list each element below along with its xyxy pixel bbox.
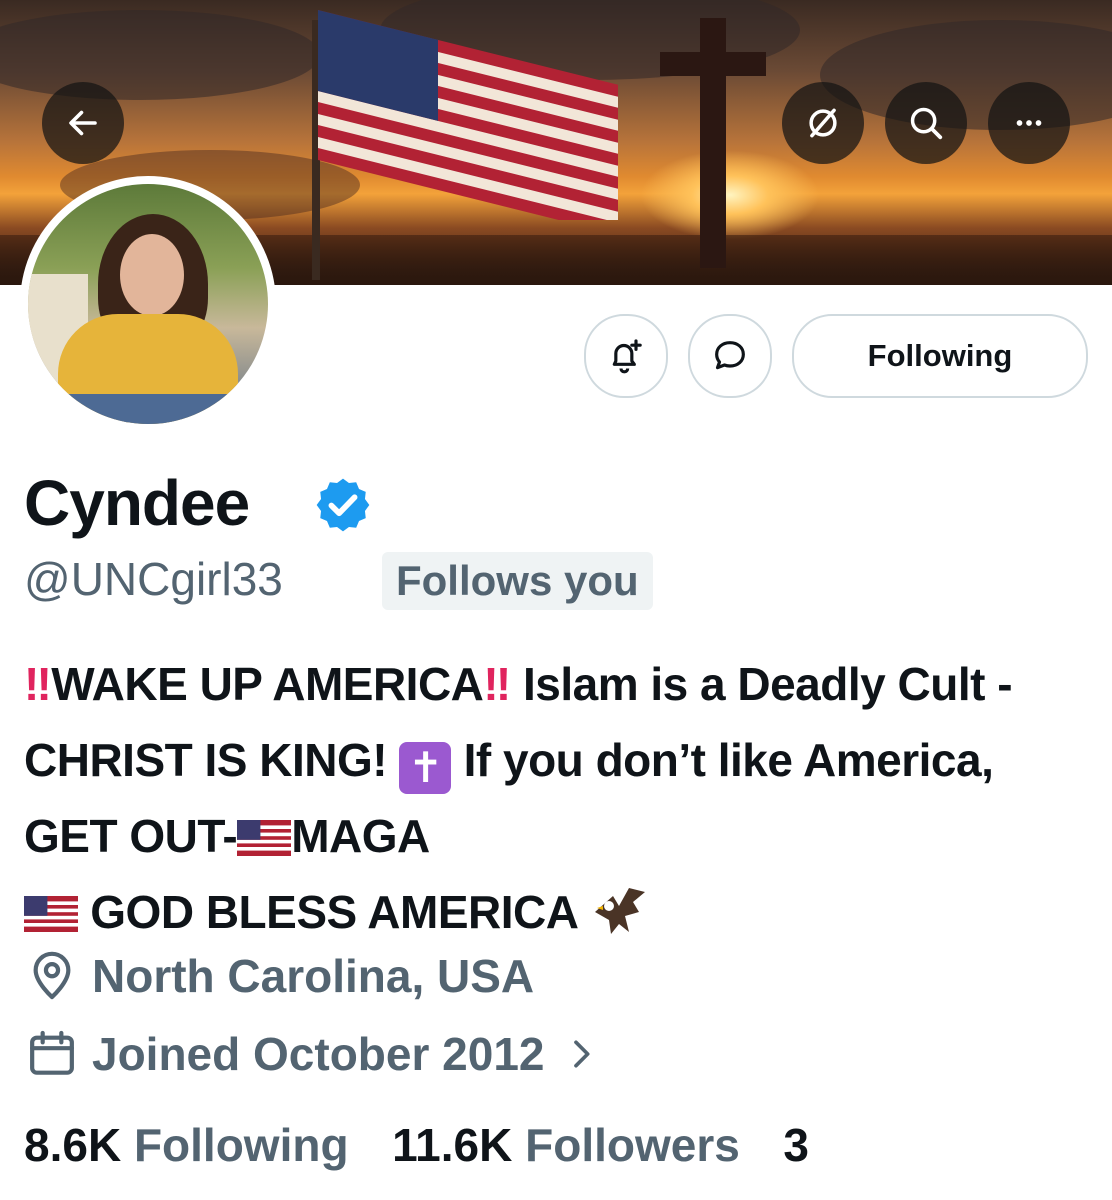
latin-cross-emoji: ✝ [399,742,452,794]
message-bubble-icon [715,341,745,370]
calendar-icon [30,1030,74,1075]
avatar-photo [28,184,268,424]
followers-count: 11.6K [392,1119,513,1171]
grok-button[interactable] [782,82,864,164]
bio-text: GOD BLESS AMERICA [78,886,590,938]
banner-sun [640,150,820,240]
following-label: Following [133,1119,349,1171]
profile-bio: ‼WAKE UP AMERICA‼ Islam is a Deadly Cult… [24,646,1094,950]
avatar[interactable] [20,176,276,432]
profile-handle: @UNCgirl33 [24,553,283,605]
profile-name: Cyndee [24,467,250,539]
follows-you-badge: Follows you [382,552,653,610]
profile-joined-date[interactable]: Joined October 2012 [24,1026,601,1082]
double-exclamation-emoji: ‼ [24,658,52,710]
avatar-face [120,234,184,316]
back-button[interactable] [42,82,124,164]
eagle-emoji [595,888,646,934]
search-button[interactable] [885,82,967,164]
verified-badge-icon[interactable] [312,474,374,536]
profile-stats: 8.6K Following 11.6K Followers 3 [24,1118,809,1172]
location-pin-icon [33,951,71,1000]
message-button[interactable] [688,314,772,398]
us-flag-emoji [237,820,292,856]
following-stat[interactable]: 8.6K Following [24,1119,349,1171]
us-flag-emoji [24,896,78,932]
american-flag-image [318,10,618,220]
slash-circle-icon [809,108,837,138]
bio-text: MAGA [291,810,430,862]
banner-cloud [0,10,320,100]
arrow-left-icon [69,110,97,136]
followers-stat[interactable]: 11.6K Followers [392,1119,740,1171]
double-exclamation-emoji: ‼ [483,658,511,710]
cross-image [700,18,726,268]
notifications-button[interactable] [584,314,668,398]
bio-text: WAKE UP AMERICA [51,658,484,710]
subscriptions-count[interactable]: 3 [783,1119,809,1171]
following-count: 8.6K [24,1119,122,1171]
search-icon [910,107,943,140]
chevron-right-icon [573,1040,589,1068]
more-horizontal-icon [1016,120,1042,126]
bell-plus-icon [612,339,642,374]
location-text: North Carolina, USA [92,950,535,1002]
joined-text: Joined October 2012 [92,1028,545,1080]
avatar-jeans [58,394,238,424]
more-button[interactable] [988,82,1070,164]
following-button[interactable]: Following [792,314,1088,398]
profile-location: North Carolina, USA [24,948,534,1004]
followers-label: Followers [525,1119,740,1171]
